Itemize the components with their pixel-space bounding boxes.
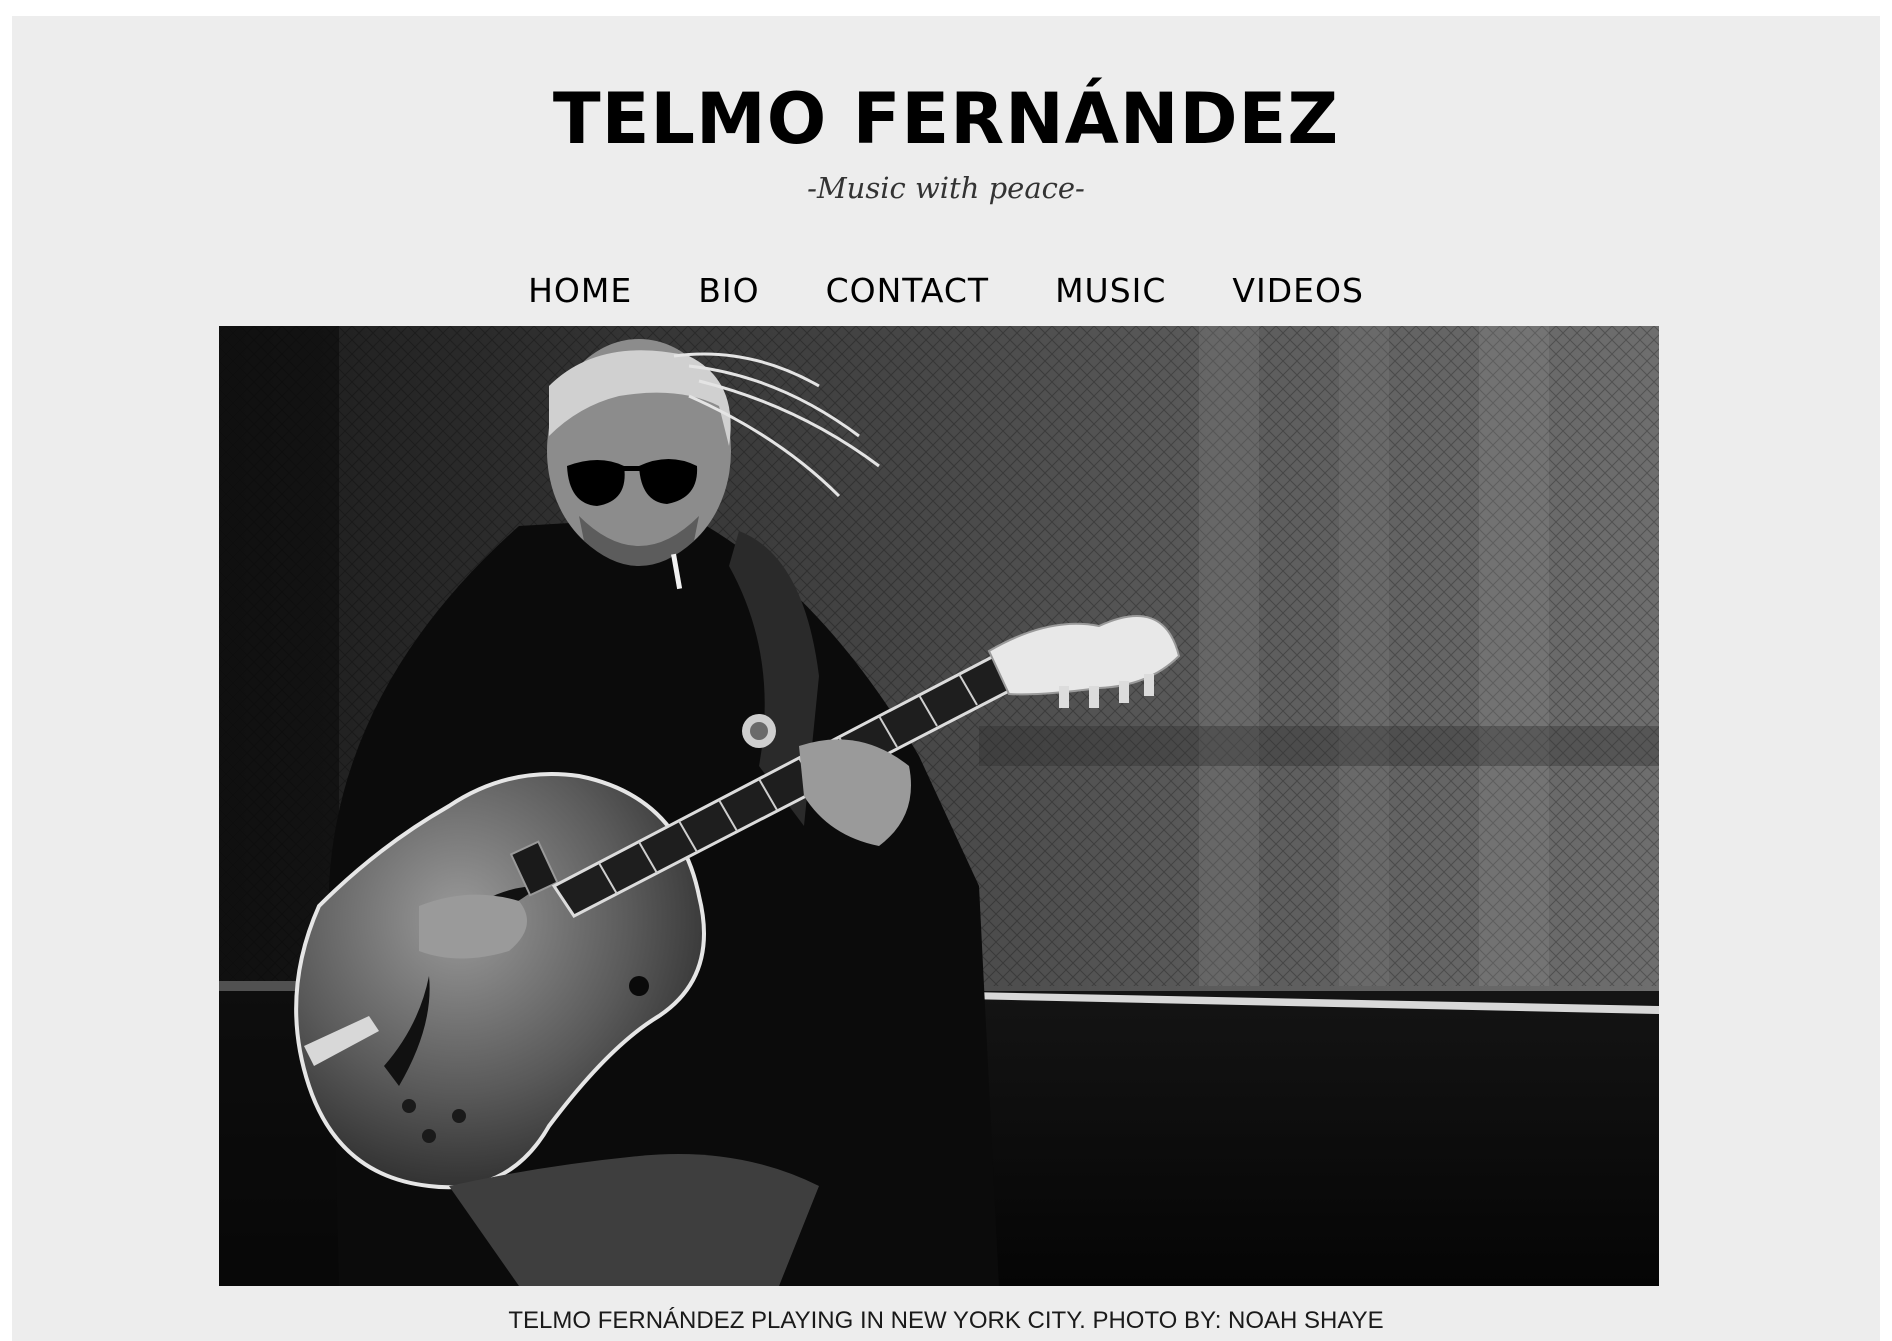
nav-item-music[interactable]: MUSIC <box>1055 266 1166 316</box>
page-container: TELMO FERNÁNDEZ -Music with peace- HOME … <box>12 16 1880 1341</box>
nav-item-contact[interactable]: CONTACT <box>826 266 990 316</box>
nav-item-bio[interactable]: BIO <box>698 266 759 316</box>
nav-item-home[interactable]: HOME <box>528 266 632 316</box>
hero-photo <box>219 326 1659 1286</box>
main-nav: HOME BIO CONTACT MUSIC VIDEOS <box>12 266 1880 316</box>
site-tagline: -Music with peace- <box>807 171 1085 205</box>
photo-caption: TELMO FERNÁNDEZ PLAYING IN NEW YORK CITY… <box>508 1307 1384 1334</box>
nav-item-videos[interactable]: VIDEOS <box>1232 266 1364 316</box>
guitarist-photo-illustration <box>219 326 1659 1286</box>
site-title[interactable]: TELMO FERNÁNDEZ <box>12 74 1880 164</box>
